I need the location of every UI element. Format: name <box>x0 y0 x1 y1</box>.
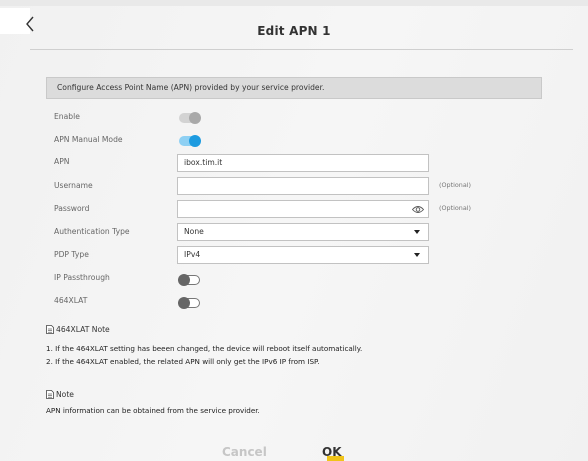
enable-toggle[interactable] <box>179 112 201 124</box>
authentication-type-label: Authentication Type <box>54 227 130 236</box>
toggle-knob <box>189 112 201 124</box>
document-icon <box>46 325 54 334</box>
xlat-note-title: 464XLAT Note <box>56 325 110 334</box>
username-label: Username <box>54 181 93 190</box>
apn-label: APN <box>54 157 70 166</box>
username-input[interactable] <box>177 177 429 195</box>
xlat464-toggle[interactable] <box>178 297 200 309</box>
page-title: Edit APN 1 <box>257 24 331 38</box>
authentication-type-select[interactable]: None <box>177 223 429 241</box>
password-input[interactable] <box>177 200 429 218</box>
pdp-type-value: IPv4 <box>184 250 201 259</box>
chevron-down-icon <box>414 230 420 234</box>
pdp-type-select[interactable]: IPv4 <box>177 246 429 264</box>
password-label: Password <box>54 204 90 213</box>
pdp-type-label: PDP Type <box>54 250 89 259</box>
info-banner: Configure Access Point Name (APN) provid… <box>46 77 542 99</box>
chevron-down-icon <box>414 253 420 257</box>
apn-input[interactable]: ibox.tim.it <box>177 154 429 172</box>
enable-label: Enable <box>54 112 80 121</box>
eye-icon[interactable] <box>412 205 424 214</box>
ip-passthrough-toggle[interactable] <box>178 274 200 286</box>
note-text: APN information can be obtained from the… <box>46 406 260 415</box>
toggle-knob <box>178 274 190 286</box>
top-strip <box>0 0 588 6</box>
edit-apn-page: Edit APN 1 Configure Access Point Name (… <box>0 0 588 461</box>
cancel-button[interactable]: Cancel <box>222 445 267 459</box>
apn-manual-mode-toggle[interactable] <box>179 135 201 147</box>
document-icon <box>46 390 54 399</box>
note-title: Note <box>56 390 74 399</box>
xlat-note-heading: 464XLAT Note <box>46 325 110 334</box>
authentication-type-value: None <box>184 227 204 236</box>
apn-manual-mode-label: APN Manual Mode <box>54 135 123 144</box>
toggle-knob <box>189 135 201 147</box>
xlat464-label: 464XLAT <box>54 296 88 305</box>
ip-passthrough-label: IP Passthrough <box>54 273 110 282</box>
password-optional-hint: (Optional) <box>439 204 472 212</box>
toggle-knob <box>178 297 190 309</box>
ok-button[interactable]: OK <box>322 445 342 459</box>
xlat-note-line: 2. If the 464XLAT enabled, the related A… <box>46 357 320 366</box>
title-divider <box>30 49 573 50</box>
username-optional-hint: (Optional) <box>439 181 472 189</box>
note-heading: Note <box>46 390 74 399</box>
xlat-note-line: 1. If the 464XLAT setting has beeen chan… <box>46 344 363 353</box>
